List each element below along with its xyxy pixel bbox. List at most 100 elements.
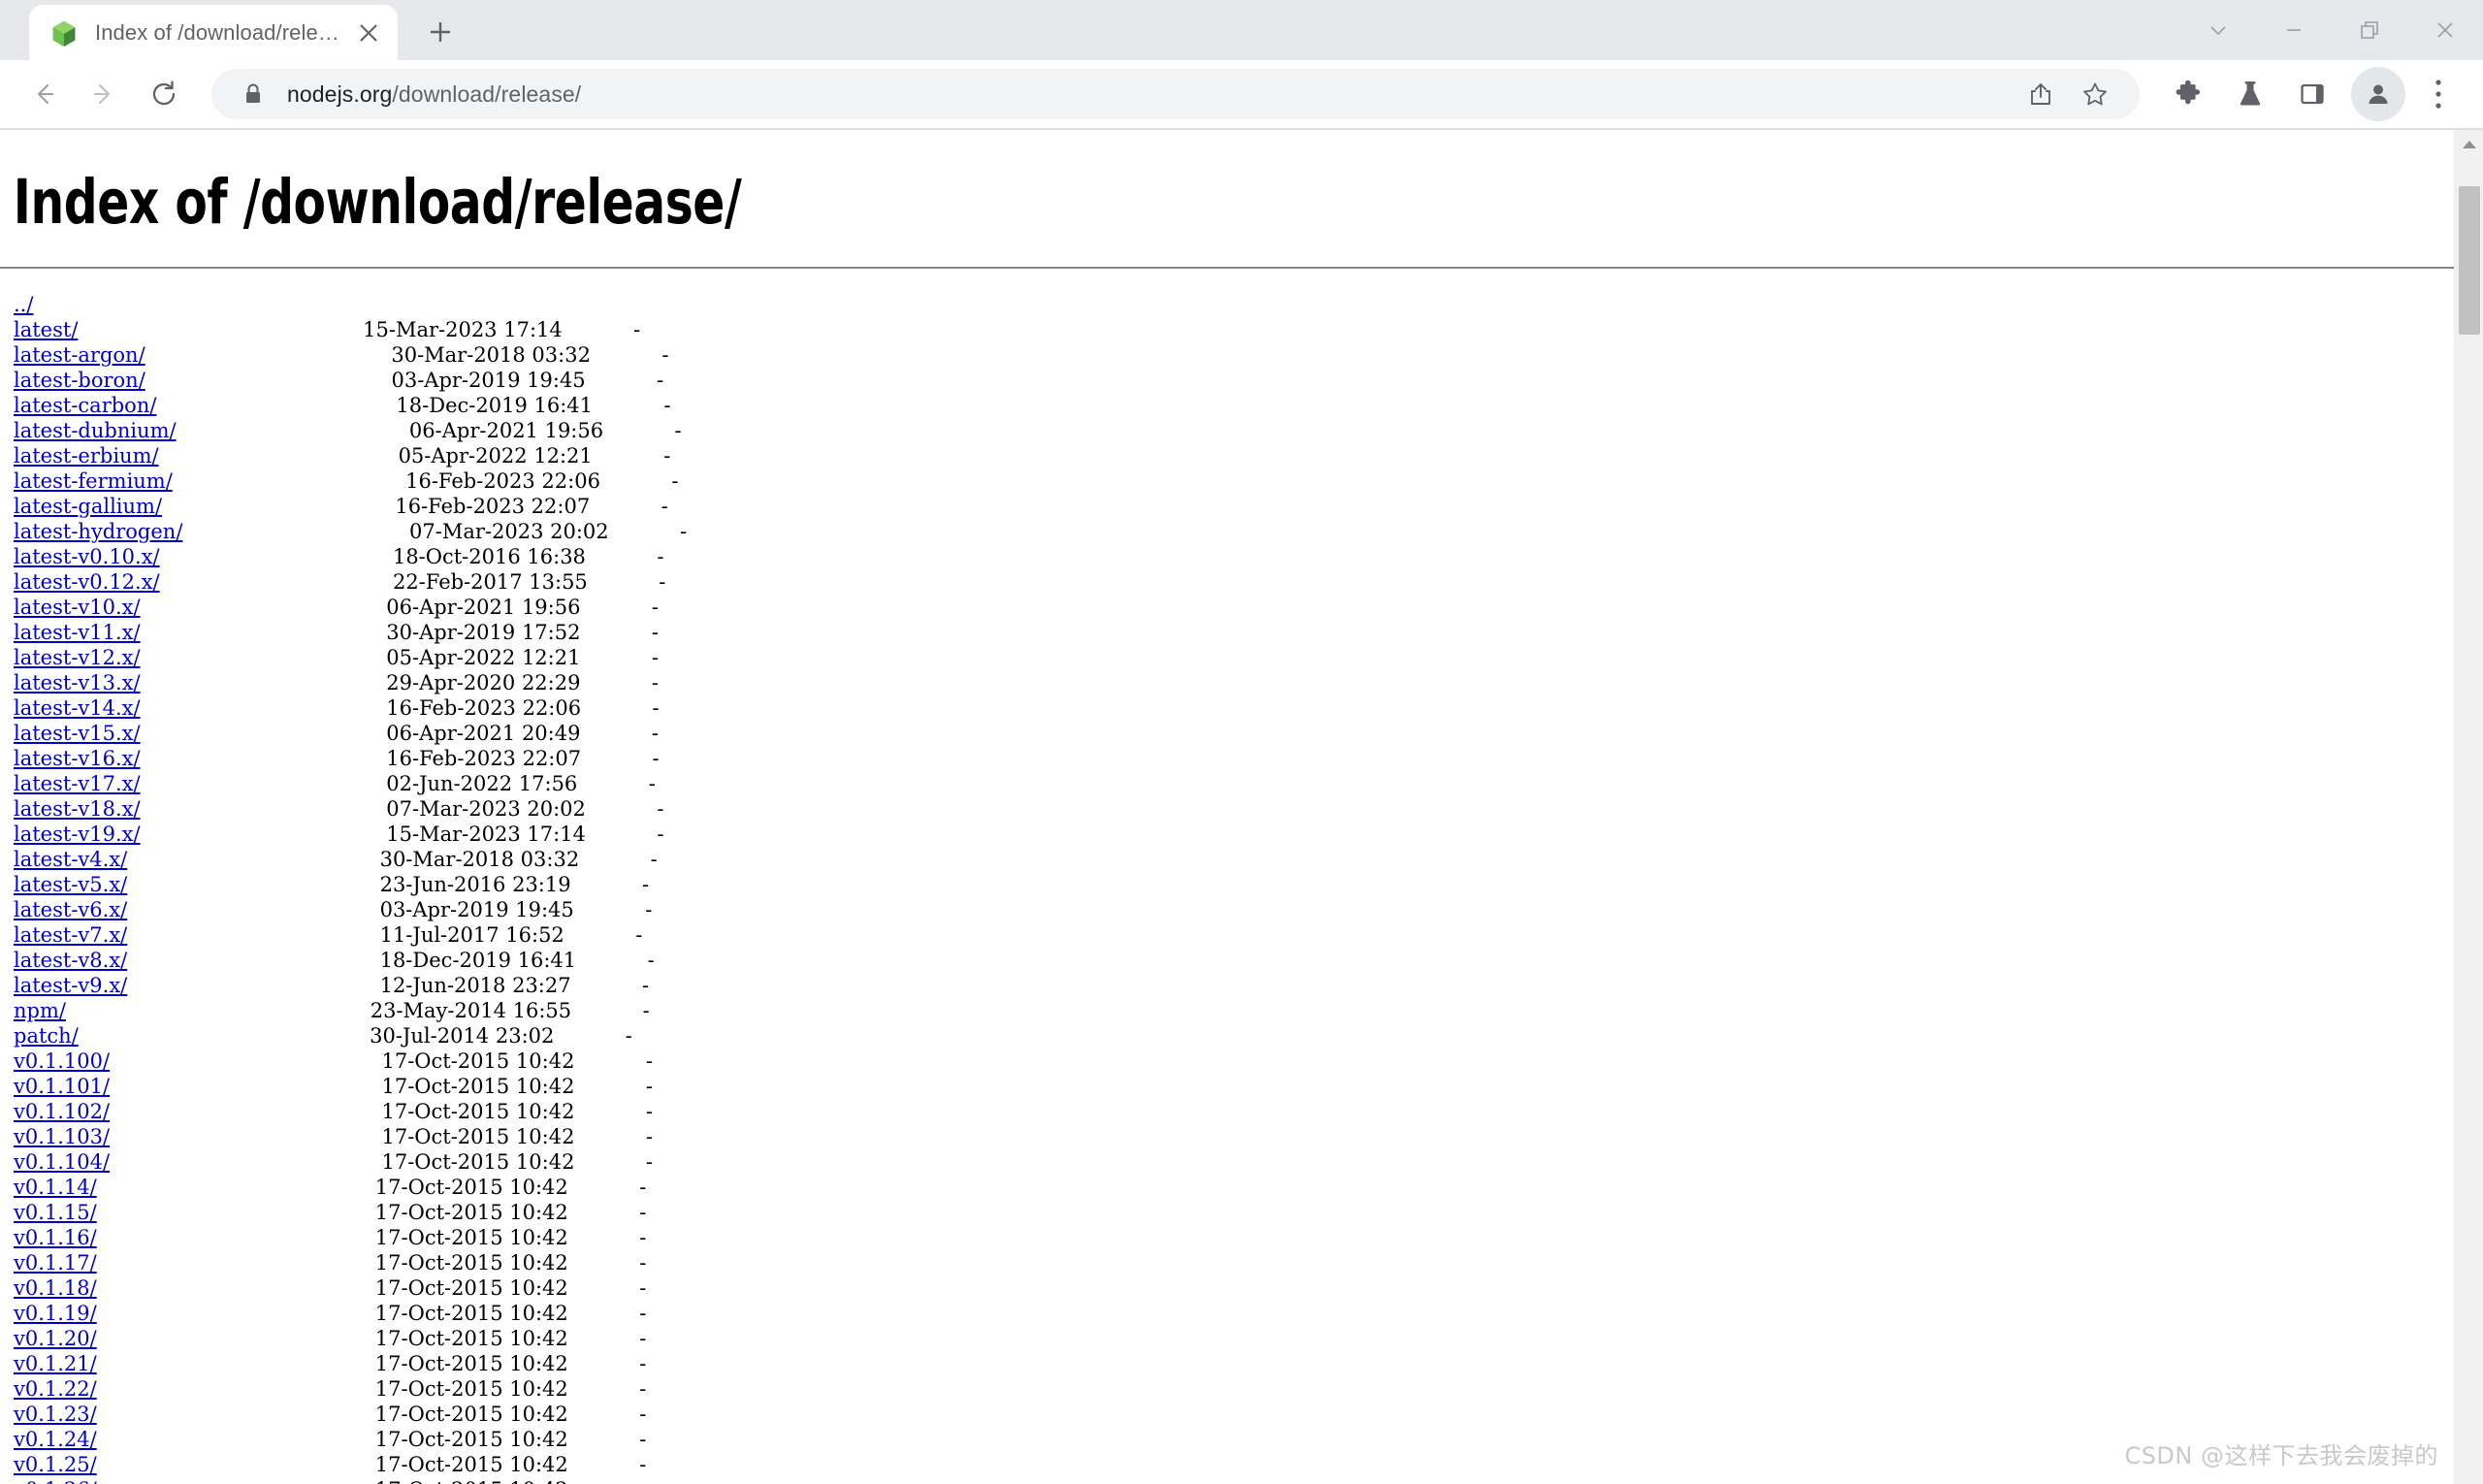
listing-size: -	[642, 999, 650, 1022]
listing-link[interactable]: latest/	[14, 318, 78, 341]
listing-size: -	[651, 671, 660, 694]
minimize-icon[interactable]	[2256, 0, 2332, 60]
listing-link[interactable]: v0.1.14/	[14, 1176, 97, 1199]
listing-link[interactable]: latest-v18.x/	[14, 797, 141, 821]
listing-link[interactable]: latest-fermium/	[14, 469, 173, 493]
labs-flask-icon[interactable]	[2223, 67, 2277, 121]
new-tab-button[interactable]	[415, 7, 466, 57]
nodejs-hexagon-icon	[52, 20, 76, 47]
listing-link[interactable]: v0.1.16/	[14, 1226, 97, 1249]
page-title: Index of /download/release/	[13, 167, 742, 238]
listing-date: 17-Oct-2015 10:42	[374, 1276, 640, 1300]
back-button[interactable]	[14, 64, 74, 124]
listing-link[interactable]: v0.1.26/	[14, 1478, 97, 1484]
listing-link[interactable]: latest-v5.x/	[14, 873, 127, 896]
listing-link[interactable]: latest-v11.x/	[14, 621, 141, 644]
listing-size: -	[639, 1478, 646, 1484]
listing-link[interactable]: latest-v16.x/	[14, 747, 141, 770]
listing-link[interactable]: latest-argon/	[14, 343, 145, 367]
listing-link[interactable]: latest-v0.12.x/	[14, 570, 160, 594]
listing-link[interactable]: v0.1.17/	[14, 1251, 97, 1274]
listing-link[interactable]: v0.1.103/	[14, 1125, 110, 1148]
page-scrollbar[interactable]	[2454, 130, 2483, 1484]
listing-link[interactable]: latest-v9.x/	[14, 974, 127, 997]
directory-listing: ../ latest/ 15-Mar-2023 17:14 - latest-a…	[0, 292, 2454, 1484]
listing-date: 18-Dec-2019 16:41	[379, 949, 648, 972]
listing-size: -	[639, 1251, 647, 1274]
close-window-icon[interactable]	[2407, 0, 2483, 60]
listing-link[interactable]: v0.1.102/	[14, 1100, 110, 1123]
listing-size: -	[645, 1150, 653, 1174]
listing-link[interactable]: latest-v6.x/	[14, 898, 127, 921]
restore-window-icon[interactable]	[2332, 0, 2407, 60]
listing-size: -	[639, 1176, 647, 1199]
listing-date: 17-Oct-2015 10:42	[375, 1478, 639, 1484]
listing-link[interactable]: v0.1.20/	[14, 1327, 97, 1350]
extensions-puzzle-icon[interactable]	[2161, 67, 2215, 121]
listing-link[interactable]: latest-v4.x/	[14, 848, 127, 871]
listing-size: -	[663, 444, 671, 468]
listing-link[interactable]: latest-dubnium/	[14, 419, 177, 442]
listing-size: -	[639, 1428, 647, 1451]
listing-link[interactable]: v0.1.15/	[14, 1201, 97, 1224]
listing-link[interactable]: latest-v0.10.x/	[14, 545, 160, 568]
listing-link[interactable]: v0.1.100/	[14, 1049, 110, 1073]
listing-link[interactable]: v0.1.23/	[14, 1403, 97, 1426]
chrome-menu-button[interactable]	[2415, 67, 2462, 121]
tab-index-of-download-release[interactable]: Index of /download/release/	[29, 5, 398, 60]
listing-date: 17-Oct-2015 10:42	[374, 1403, 640, 1426]
listing-link[interactable]: latest-v13.x/	[14, 671, 141, 694]
listing-link[interactable]: latest-v10.x/	[14, 596, 141, 619]
listing-link[interactable]: latest-v14.x/	[14, 696, 141, 720]
listing-date: 23-Jun-2016 23:19	[379, 873, 643, 896]
listing-link[interactable]: latest-v17.x/	[14, 772, 141, 795]
listing-size: -	[642, 974, 650, 997]
page-viewport: Index of /download/release/ ../ latest/ …	[0, 130, 2483, 1484]
bookmark-star-icon[interactable]	[2068, 71, 2122, 117]
listing-date: 18-Dec-2019 16:41	[396, 394, 664, 417]
listing-link[interactable]: patch/	[14, 1024, 79, 1048]
listing-date: 16-Feb-2023 22:06	[386, 696, 653, 720]
listing-size: -	[652, 696, 660, 720]
listing-link[interactable]: latest-carbon/	[14, 394, 156, 417]
scrollbar-thumb[interactable]	[2459, 185, 2480, 336]
listing-link[interactable]: latest-boron/	[14, 369, 145, 392]
listing-link[interactable]: latest-v12.x/	[14, 646, 141, 669]
listing-link[interactable]: ../	[14, 293, 33, 316]
listing-link[interactable]: v0.1.24/	[14, 1428, 97, 1451]
reload-button[interactable]	[134, 64, 194, 124]
close-icon[interactable]	[349, 14, 388, 52]
listing-link[interactable]: v0.1.21/	[14, 1352, 97, 1375]
listing-link[interactable]: v0.1.22/	[14, 1377, 97, 1401]
listing-link[interactable]: v0.1.25/	[14, 1453, 97, 1476]
listing-link[interactable]: v0.1.104/	[14, 1150, 110, 1174]
listing-date: 17-Oct-2015 10:42	[374, 1327, 640, 1350]
listing-link[interactable]: latest-v7.x/	[14, 923, 127, 947]
listing-date: 29-Apr-2020 22:29	[386, 671, 652, 694]
triangle-up-icon[interactable]	[2455, 130, 2483, 159]
title-divider	[0, 267, 2454, 269]
url-path: /download/release/	[392, 81, 582, 107]
listing-link[interactable]: v0.1.101/	[14, 1075, 110, 1098]
listing-date: 17-Oct-2015 10:42	[381, 1100, 646, 1123]
listing-link[interactable]: latest-erbium/	[14, 444, 159, 468]
listing-date: 17-Oct-2015 10:42	[374, 1453, 640, 1476]
chevron-down-icon[interactable]	[2180, 0, 2256, 60]
listing-link[interactable]: latest-hydrogen/	[14, 520, 182, 543]
listing-date: 17-Oct-2015 10:42	[374, 1428, 640, 1451]
listing-link[interactable]: latest-v19.x/	[14, 823, 141, 846]
side-panel-icon[interactable]	[2285, 67, 2339, 121]
listing-link[interactable]: v0.1.18/	[14, 1276, 97, 1300]
listing-link[interactable]: v0.1.19/	[14, 1302, 97, 1325]
forward-button[interactable]	[74, 64, 134, 124]
listing-link[interactable]: npm/	[14, 999, 66, 1022]
listing-link[interactable]: latest-v15.x/	[14, 722, 141, 745]
address-bar[interactable]: nodejs.org/download/release/	[211, 69, 2140, 119]
listing-date: 15-Mar-2023 17:14	[363, 318, 634, 341]
listing-link[interactable]: latest-gallium/	[14, 495, 162, 518]
share-icon[interactable]	[2014, 71, 2068, 117]
profile-avatar[interactable]	[2351, 67, 2405, 121]
lock-icon[interactable]	[237, 78, 270, 111]
listing-link[interactable]: latest-v8.x/	[14, 949, 127, 972]
listing-date: 11-Jul-2017 16:52	[379, 923, 636, 947]
